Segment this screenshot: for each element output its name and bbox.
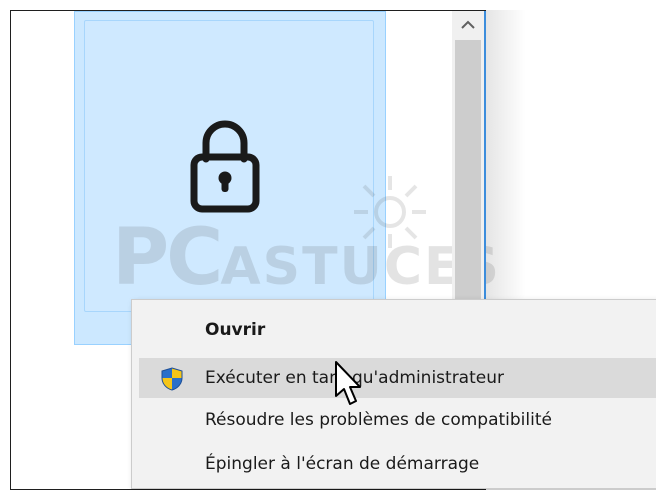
menu-item-run-as-admin[interactable]: Exécuter en tant qu'administrateur	[139, 358, 656, 398]
pane-focus-border	[484, 11, 486, 301]
menu-item-troubleshoot-compatibility[interactable]: Résoudre les problèmes de compatibilité	[139, 400, 656, 440]
menu-item-label: Ouvrir	[205, 320, 266, 340]
chevron-up-icon	[461, 20, 475, 29]
scroll-up-button[interactable]	[452, 11, 484, 39]
lock-icon	[190, 120, 260, 213]
menu-item-pin-to-start[interactable]: Épingler à l'écran de démarrage	[139, 444, 656, 484]
menu-item-label: Épingler à l'écran de démarrage	[205, 454, 480, 474]
scroll-thumb[interactable]	[455, 40, 481, 340]
menu-item-open[interactable]: Ouvrir	[139, 310, 656, 350]
uac-shield-icon	[161, 367, 183, 391]
watermark-sun-icon	[354, 176, 426, 248]
context-menu: Ouvrir Exécuter en tant qu'administrateu…	[131, 299, 656, 489]
mouse-cursor-icon	[335, 361, 361, 405]
menu-item-label: Résoudre les problèmes de compatibilité	[205, 410, 552, 430]
